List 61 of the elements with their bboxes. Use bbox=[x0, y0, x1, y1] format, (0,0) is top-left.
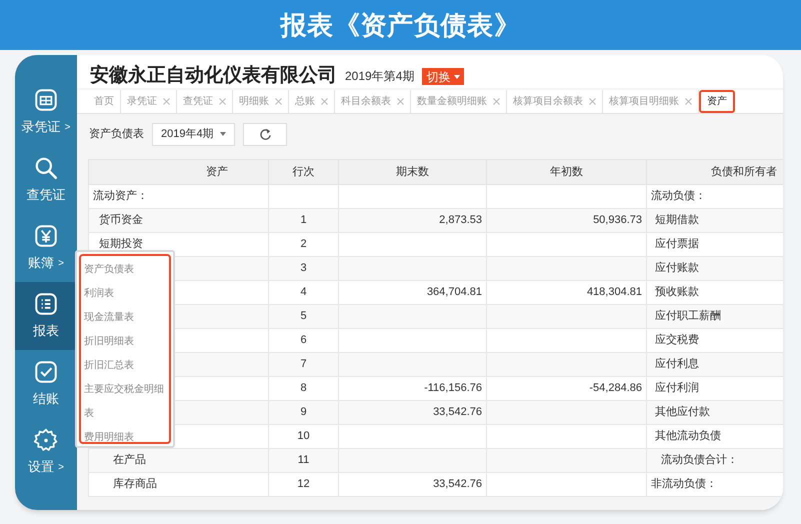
refresh-button[interactable] bbox=[243, 122, 287, 146]
sidebar-label: 报表 bbox=[33, 322, 59, 340]
sidebar-item[interactable]: 录凭证 > bbox=[15, 78, 77, 146]
sidebar-item[interactable]: 报表 bbox=[15, 282, 77, 350]
close-icon[interactable] bbox=[397, 98, 404, 105]
column-header: 资产 bbox=[88, 160, 268, 184]
table-cell: 12 bbox=[268, 472, 338, 496]
sidebar-label: 结账 bbox=[33, 390, 59, 408]
menu-item[interactable]: 现金流量表 bbox=[84, 306, 166, 330]
caret-icon bbox=[220, 132, 226, 136]
tab[interactable]: 明细账 bbox=[233, 90, 289, 113]
tab[interactable]: 数量金额明细账 bbox=[411, 90, 507, 113]
sidebar-item[interactable]: 设置 > bbox=[15, 418, 77, 486]
menu-item[interactable]: 折旧明细表 bbox=[84, 330, 166, 354]
settings-icon bbox=[33, 427, 59, 454]
sidebar-label: 设置 bbox=[28, 458, 54, 476]
sidebar-item[interactable]: 账簿 > bbox=[15, 214, 77, 282]
list-icon bbox=[33, 291, 59, 318]
sidebar-item[interactable]: 查凭证 bbox=[15, 146, 77, 214]
close-icon[interactable] bbox=[163, 98, 170, 105]
chevron-icon: > bbox=[58, 460, 64, 474]
menu-item[interactable]: 费用明细表 bbox=[84, 426, 166, 450]
close-icon[interactable] bbox=[219, 98, 226, 105]
close-icon[interactable] bbox=[685, 98, 692, 105]
caret-icon bbox=[454, 74, 460, 78]
period-select[interactable]: 2019年4期 bbox=[152, 122, 235, 146]
tab[interactable]: 查凭证 bbox=[177, 90, 233, 113]
menu-item[interactable]: 折旧汇总表 bbox=[84, 354, 166, 378]
close-icon[interactable] bbox=[589, 98, 596, 105]
search-icon bbox=[33, 155, 59, 182]
yen-icon bbox=[33, 223, 59, 250]
sidebar-label: 录凭证 bbox=[22, 118, 61, 136]
period-label: 2019年第4期 bbox=[345, 68, 414, 85]
menu-item[interactable]: 资产负债表 bbox=[84, 258, 166, 282]
tab[interactable]: 录凭证 bbox=[121, 90, 177, 113]
sidebar-label: 查凭证 bbox=[26, 186, 66, 204]
switch-button[interactable]: 切换 bbox=[422, 68, 464, 85]
tab[interactable]: 资产 bbox=[699, 90, 735, 113]
tab[interactable]: 总账 bbox=[289, 90, 335, 113]
checkbox-icon bbox=[33, 359, 59, 386]
close-icon[interactable] bbox=[493, 98, 500, 105]
company-name: 安徽永正自动化仪表有限公司 bbox=[90, 66, 337, 85]
tab[interactable]: 核算项目余额表 bbox=[507, 90, 603, 113]
refresh-icon bbox=[258, 128, 272, 140]
voucher-icon bbox=[33, 87, 59, 114]
close-icon[interactable] bbox=[321, 98, 328, 105]
column-header: 年初数 bbox=[486, 160, 646, 184]
menu-item[interactable]: 利润表 bbox=[84, 282, 166, 306]
tab[interactable]: 科目余额表 bbox=[335, 90, 411, 113]
menu-item[interactable]: 主要应交税金明细表 bbox=[84, 378, 166, 426]
chevron-icon: > bbox=[58, 256, 64, 270]
tab[interactable]: 首页 bbox=[88, 90, 121, 113]
banner-title: 报表《资产负债表》 bbox=[280, 8, 520, 42]
report-label: 资产负债表 bbox=[89, 126, 144, 142]
sidebar-item[interactable]: 结账 bbox=[15, 350, 77, 418]
table-cell: 库存商品 bbox=[88, 472, 268, 496]
sidebar-label: 账簿 bbox=[28, 254, 54, 272]
close-icon[interactable] bbox=[275, 98, 282, 105]
column-header: 期末数 bbox=[338, 160, 486, 184]
chevron-icon: > bbox=[64, 120, 70, 134]
table-cell: 33,542.76 bbox=[338, 472, 486, 496]
